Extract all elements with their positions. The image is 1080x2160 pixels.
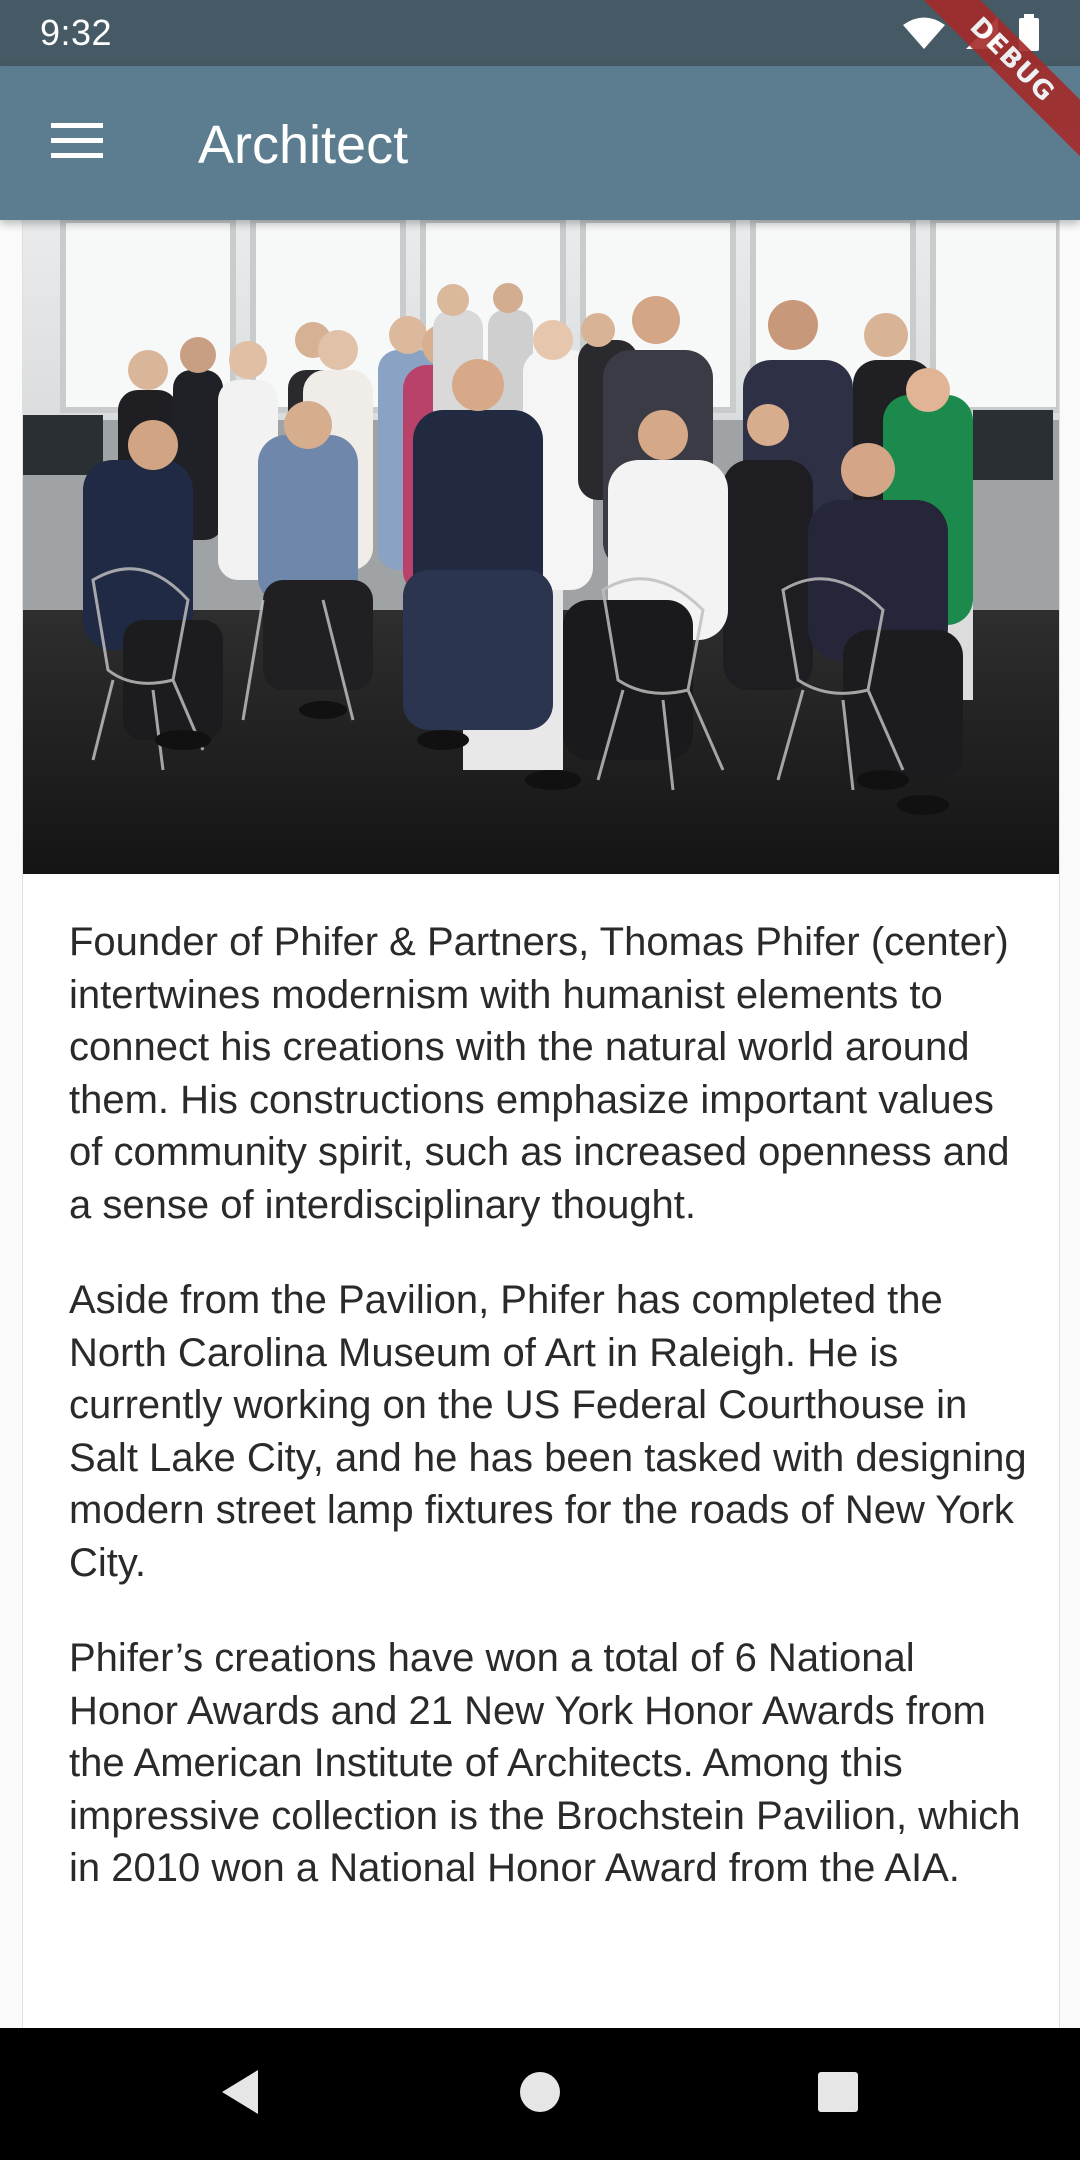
article-paragraph: Aside from the Pavilion, Phifer has comp… [69, 1278, 1027, 1585]
home-button[interactable] [510, 2064, 570, 2124]
status-bar: 9:32 [0, 0, 1080, 66]
hamburger-menu-icon [51, 122, 103, 164]
recents-square-icon [816, 2070, 860, 2119]
app-title: Architect [198, 115, 409, 175]
signal-icon [964, 16, 1000, 55]
menu-button[interactable] [30, 109, 124, 177]
back-triangle-icon [218, 2068, 262, 2121]
article-body: Founder of Phifer & Partners, Thomas Phi… [69, 916, 1029, 1938]
back-button[interactable] [210, 2064, 270, 2124]
content-scroll-area[interactable]: Founder of Phifer & Partners, Thomas Phi… [22, 220, 1060, 2028]
status-time: 9:32 [40, 12, 113, 53]
system-navigation-bar [0, 2028, 1080, 2160]
recents-button[interactable] [808, 2064, 868, 2124]
article-paragraph: Founder of Phifer & Partners, Thomas Phi… [69, 920, 1010, 1227]
wifi-icon [902, 16, 946, 55]
status-icons [902, 14, 1040, 57]
battery-icon [1018, 14, 1040, 57]
app-bar: Architect [0, 66, 1080, 220]
team-photo [23, 220, 1059, 874]
home-circle-icon [518, 2070, 562, 2119]
article-paragraph: Phifer’s creations have won a total of 6… [69, 1636, 1021, 1890]
